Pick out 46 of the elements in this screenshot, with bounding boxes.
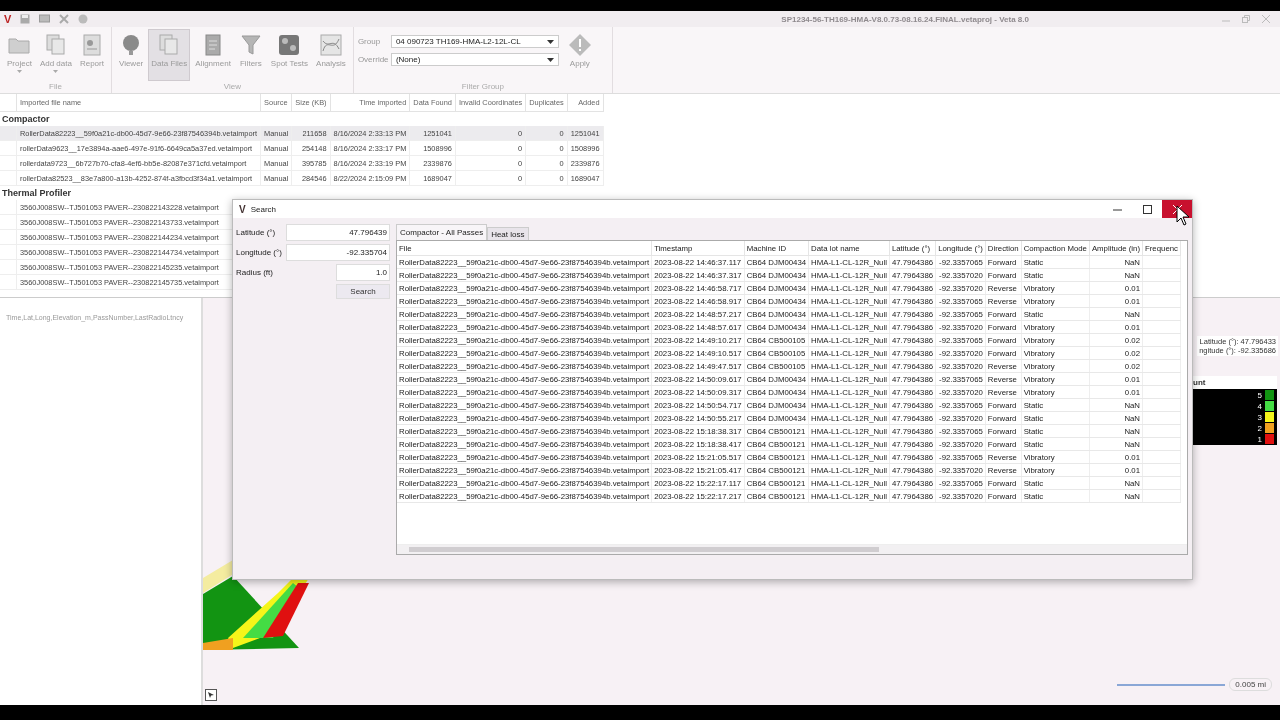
legend-title: unt xyxy=(1193,376,1277,389)
save-icon[interactable] xyxy=(20,14,31,24)
horizontal-scrollbar[interactable] xyxy=(397,544,1187,554)
warning-icon xyxy=(567,33,592,57)
legend-label: 1 xyxy=(1257,434,1262,444)
ribbon-group-label: Filter Group xyxy=(460,82,505,93)
ribbon-group-label: File xyxy=(48,82,63,93)
field-label: Radius (ft) xyxy=(236,268,273,277)
close-icon[interactable] xyxy=(1262,15,1270,23)
pointer-icon xyxy=(208,692,214,698)
window-title: SP1234-56-TH169-HMA-V8.0.73-08.16.24.FINAL.vetaproj - Veta 8.0 xyxy=(780,14,1030,24)
ribbon-group-label: View xyxy=(222,82,242,93)
monitor-icon[interactable] xyxy=(39,14,51,24)
legend-label: 5 xyxy=(1257,390,1262,400)
app-logo: V xyxy=(239,203,246,215)
input-field[interactable]: 1.0 xyxy=(336,264,390,281)
group-dropdown[interactable]: 04 090723 TH169-HMA-L2-12L-CL xyxy=(390,35,559,48)
field-label: Latitude (°) xyxy=(236,228,276,237)
restore-icon[interactable] xyxy=(1242,15,1250,23)
chart-icon xyxy=(318,33,343,57)
close-icon xyxy=(1172,204,1182,214)
caret-icon xyxy=(546,57,554,62)
scale-label: 0.005 mi xyxy=(1229,678,1272,691)
field-label: Longitude (°) xyxy=(236,248,282,257)
tab[interactable]: Compactor - All Passes xyxy=(396,224,488,240)
group-label: Group xyxy=(357,37,382,46)
group-header: Compactor xyxy=(0,111,603,126)
override-label: Override xyxy=(357,55,388,64)
cursor-icon xyxy=(1176,205,1190,227)
input-field[interactable]: 47.796439 xyxy=(286,224,390,241)
caret-icon xyxy=(546,39,554,44)
override-dropdown[interactable]: (None) xyxy=(390,53,559,66)
legend-label: 3 xyxy=(1257,412,1262,422)
search-button[interactable]: Search xyxy=(336,284,390,299)
legend-label: 4 xyxy=(1257,401,1262,411)
funnel-icon xyxy=(238,33,263,57)
photo-grid-icon xyxy=(277,33,302,57)
input-field[interactable]: -92.335704 xyxy=(286,244,390,261)
dialog-title: Search xyxy=(250,204,278,214)
pointer-button[interactable] xyxy=(205,689,217,701)
maximize-icon xyxy=(1142,204,1152,214)
tab[interactable]: Heat loss xyxy=(487,227,529,240)
app-logo: V xyxy=(4,13,12,25)
group-header: Thermal Profiler xyxy=(0,185,603,200)
documents-icon xyxy=(43,33,68,57)
legend-label: 2 xyxy=(1257,423,1262,433)
